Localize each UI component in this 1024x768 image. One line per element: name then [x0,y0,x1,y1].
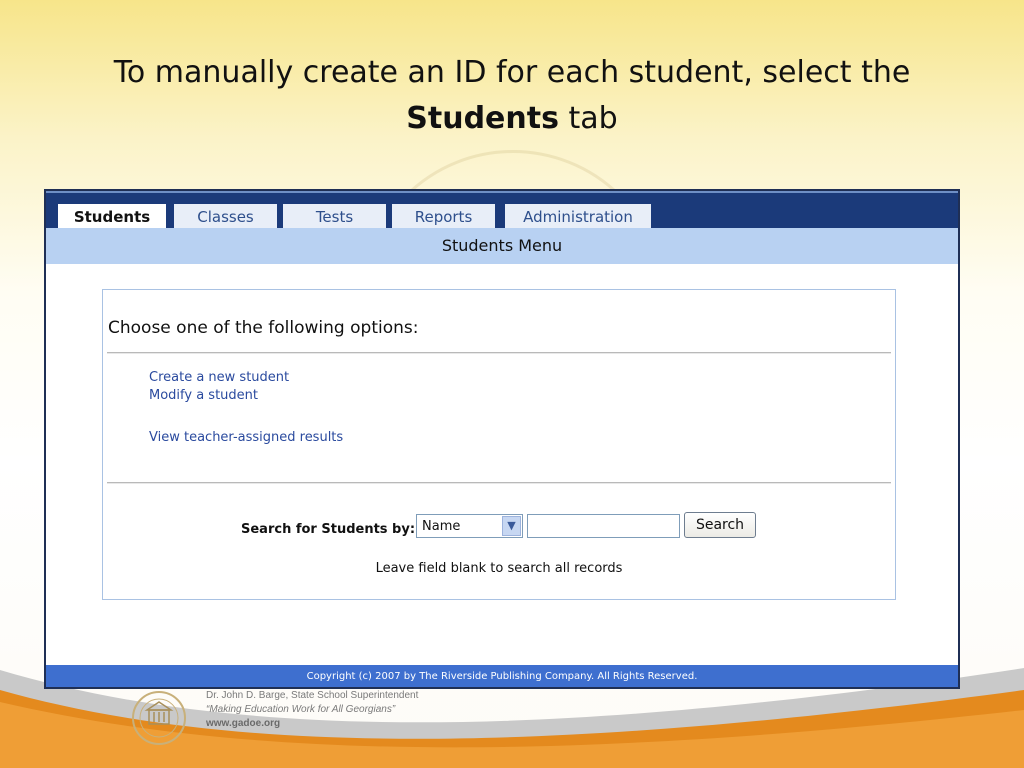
state-seal-logo [132,691,186,745]
search-button[interactable]: Search [684,512,756,538]
footer-slogan: “Making Education Work for All Georgians… [206,704,396,715]
tab-administration[interactable]: Administration [505,204,651,230]
create-student-link[interactable]: Create a new student [149,370,289,385]
select-value: Name [422,519,461,534]
app-window: Students Classes Tests Reports Administr… [44,189,960,689]
slide-title-line2: Students tab [40,96,984,142]
slide-title-line1: To manually create an ID for each studen… [113,55,911,90]
search-input[interactable] [527,514,680,538]
tab-reports[interactable]: Reports [392,204,495,230]
search-label: Search for Students by: [241,522,416,537]
options-heading: Choose one of the following options: [108,318,419,338]
chevron-down-icon[interactable]: ▼ [502,516,521,536]
divider [107,482,891,484]
tab-bar: Students Classes Tests Reports Administr… [46,191,958,230]
footer-website: www.gadoe.org [206,718,281,729]
students-menu-header: Students Menu [46,228,958,264]
view-results-link[interactable]: View teacher-assigned results [149,430,343,445]
slide-title-bold: Students [406,101,559,136]
modify-student-link[interactable]: Modify a student [149,388,258,403]
divider [107,352,891,354]
slide-title: To manually create an ID for each studen… [40,50,984,142]
tab-classes[interactable]: Classes [174,204,277,230]
tab-students[interactable]: Students [58,204,166,230]
slide-title-rest: tab [558,101,618,136]
tab-tests[interactable]: Tests [283,204,386,230]
options-panel: Choose one of the following options: Cre… [102,289,896,600]
copyright-bar: Copyright (c) 2007 by The Riverside Publ… [46,665,958,687]
footer-superintendent: Dr. John D. Barge, State School Superint… [206,690,419,701]
footer-credits: Dr. John D. Barge, State School Superint… [206,689,418,731]
search-by-select[interactable]: Name ▼ [416,514,523,538]
search-hint: Leave field blank to search all records [375,561,623,576]
